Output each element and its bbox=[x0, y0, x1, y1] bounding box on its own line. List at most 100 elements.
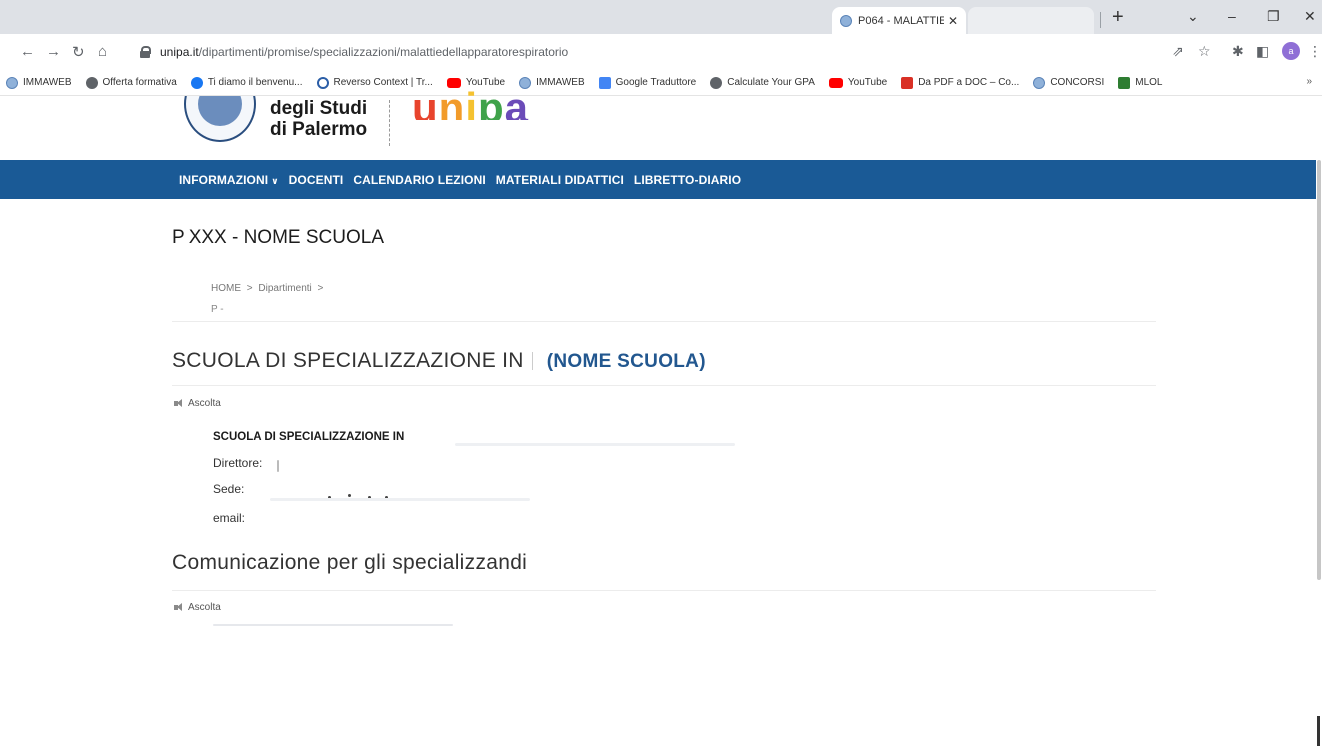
title-separator bbox=[531, 352, 533, 371]
email-label: email: bbox=[213, 511, 246, 525]
seat-label: Sede: bbox=[213, 482, 245, 496]
redacted-text bbox=[270, 498, 530, 501]
bookmark-item[interactable]: Reverso Context | Tr... bbox=[316, 76, 433, 89]
nav-label: INFORMAZIONI bbox=[179, 172, 269, 187]
bookmark-item[interactable]: Calculate Your GPA bbox=[710, 76, 815, 89]
divider bbox=[172, 385, 1156, 386]
reload-icon[interactable]: ↻ bbox=[72, 43, 85, 61]
nav-materiali-didattici[interactable]: MATERIALI DIDATTICI bbox=[496, 173, 624, 187]
page-title: P XXX - NOME SCUOLA bbox=[172, 227, 384, 249]
divider bbox=[172, 321, 1156, 322]
close-tab-icon[interactable]: ✕ bbox=[948, 14, 958, 28]
redacted-text bbox=[277, 460, 279, 472]
brand-letter: a bbox=[504, 88, 529, 120]
url-field[interactable]: unipa.it/dipartimenti/promise/specializz… bbox=[140, 39, 1240, 65]
nav-libretto-diario[interactable]: LIBRETTO-DIARIO bbox=[634, 173, 741, 187]
scrollbar-edge bbox=[1317, 716, 1320, 746]
cutoff-text bbox=[213, 624, 453, 626]
bookmarks-bar: IMMAWEB Offerta formativa Ti diamo il be… bbox=[0, 70, 1322, 96]
page-title-text: XXX - NOME SCUOLA bbox=[188, 227, 385, 248]
nav-docenti[interactable]: DOCENTI bbox=[289, 173, 344, 187]
bookmark-item[interactable]: YouTube bbox=[828, 77, 887, 88]
reverso-icon bbox=[316, 76, 329, 89]
globe-icon bbox=[85, 76, 98, 89]
mlol-icon bbox=[1118, 76, 1131, 89]
bookmark-star-icon[interactable]: ☆ bbox=[1198, 43, 1211, 60]
director-label: Direttore: bbox=[213, 456, 263, 470]
page-title-prefix: P bbox=[172, 227, 185, 248]
tab-title: P064 - MALATTIE bbox=[858, 14, 944, 27]
youtube-icon bbox=[446, 77, 461, 88]
url-host: unipa.it bbox=[160, 45, 199, 59]
side-panel-icon[interactable]: ◧ bbox=[1256, 43, 1269, 60]
translate-icon bbox=[598, 76, 611, 89]
breadcrumb-separator: > bbox=[246, 283, 253, 294]
speaker-icon bbox=[174, 603, 184, 612]
listen-button[interactable]: Ascolta bbox=[174, 398, 221, 409]
browser-menu-icon[interactable]: ⋮ bbox=[1308, 43, 1322, 60]
bookmark-item[interactable]: Da PDF a DOC – Co... bbox=[901, 76, 1019, 89]
listen-button[interactable]: Ascolta bbox=[174, 602, 221, 613]
bookmark-item[interactable]: Offerta formativa bbox=[85, 76, 177, 89]
listen-label: Ascolta bbox=[188, 602, 221, 613]
bookmark-item[interactable]: YouTube bbox=[446, 77, 505, 88]
new-tab-button[interactable]: + bbox=[1112, 6, 1124, 29]
bookmark-item[interactable]: MLOL bbox=[1118, 76, 1162, 89]
bookmark-item[interactable]: IMMAWEB bbox=[6, 76, 72, 89]
breadcrumb-home[interactable]: HOME bbox=[211, 283, 241, 294]
forward-arrow-icon[interactable]: → bbox=[46, 43, 61, 60]
lock-icon[interactable] bbox=[140, 46, 151, 58]
nav-informazioni[interactable]: INFORMAZIONI ∨ bbox=[179, 173, 279, 187]
logo-divider bbox=[389, 100, 390, 146]
bookmark-item[interactable]: Google Traduttore bbox=[598, 76, 696, 89]
page-scrollbar-thumb[interactable] bbox=[1317, 160, 1321, 580]
brand-letter: p bbox=[477, 88, 505, 120]
web-icon bbox=[1033, 76, 1046, 89]
share-icon[interactable]: ⇗ bbox=[1172, 43, 1184, 60]
brand-letter: n bbox=[438, 88, 466, 120]
brand-letter: i bbox=[465, 88, 478, 120]
browser-tab-active[interactable]: P064 - MALATTIE ✕ bbox=[832, 7, 966, 34]
browser-tab-placeholder[interactable] bbox=[968, 7, 1094, 34]
redacted-text bbox=[455, 443, 735, 446]
profile-avatar[interactable]: a bbox=[1282, 42, 1300, 60]
web-icon bbox=[6, 76, 18, 89]
back-arrow-icon[interactable]: ← bbox=[20, 43, 35, 60]
close-window-icon[interactable]: ✕ bbox=[1304, 8, 1316, 25]
logo-line-1: degli Studi bbox=[270, 98, 368, 119]
bookmark-item[interactable]: CONCORSI bbox=[1033, 76, 1104, 89]
university-name-logo[interactable]: degli Studi di Palermo bbox=[270, 98, 367, 140]
extensions-puzzle-icon[interactable]: ✱ bbox=[1232, 43, 1244, 60]
breadcrumb-dipartimenti[interactable]: Dipartimenti bbox=[258, 283, 311, 294]
brand-letter: u bbox=[412, 88, 439, 120]
web-icon bbox=[519, 76, 532, 89]
chevron-down-icon: ∨ bbox=[271, 175, 279, 186]
section-title-communications: Comunicazione per gli specializzandi bbox=[172, 551, 527, 575]
school-heading: SCUOLA DI SPECIALIZZAZIONE IN bbox=[213, 431, 405, 443]
main-navigation: INFORMAZIONI ∨ DOCENTI CALENDARIO LEZIONI… bbox=[0, 160, 1317, 199]
university-crest-logo[interactable] bbox=[182, 96, 258, 144]
unipa-brand-logo[interactable]: unipa bbox=[412, 88, 529, 120]
section-title-school-name: (NOME SCUOLA) bbox=[546, 351, 706, 372]
url-path: /dipartimenti/promise/specializzazioni/m… bbox=[198, 45, 569, 59]
tab-search-chevron-icon[interactable]: ⌄ bbox=[1187, 8, 1199, 25]
minimize-window-icon[interactable]: – bbox=[1228, 8, 1236, 24]
pdf-icon bbox=[901, 76, 914, 89]
speaker-icon bbox=[174, 399, 184, 408]
nav-calendario-lezioni[interactable]: CALENDARIO LEZIONI bbox=[353, 173, 485, 187]
breadcrumb-separator: > bbox=[317, 283, 324, 294]
tab-separator bbox=[1100, 12, 1101, 28]
section-title-school: SCUOLA DI SPECIALIZZAZIONE IN (NOME SCUOL… bbox=[172, 349, 706, 373]
bookmark-item[interactable]: IMMAWEB bbox=[519, 76, 585, 89]
home-icon[interactable]: ⌂ bbox=[98, 43, 107, 60]
browser-address-bar: ← → ↻ ⌂ unipa.it/dipartimenti/promise/sp… bbox=[0, 34, 1322, 70]
globe-icon bbox=[710, 76, 723, 89]
bookmark-item[interactable]: Ti diamo il benvenu... bbox=[190, 76, 303, 89]
more-bookmarks-button[interactable]: » bbox=[1306, 76, 1312, 87]
breadcrumb-current: P - bbox=[211, 304, 224, 315]
site-favicon-icon bbox=[840, 14, 852, 27]
divider bbox=[172, 590, 1156, 591]
breadcrumb: HOME > Dipartimenti > bbox=[211, 283, 326, 294]
restore-window-icon[interactable]: ❐ bbox=[1267, 8, 1280, 25]
section-title-text: SCUOLA DI SPECIALIZZAZIONE IN bbox=[172, 349, 524, 372]
